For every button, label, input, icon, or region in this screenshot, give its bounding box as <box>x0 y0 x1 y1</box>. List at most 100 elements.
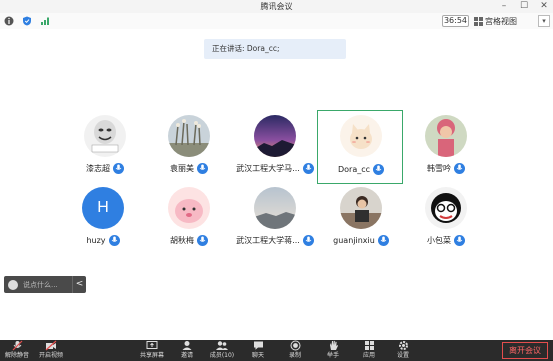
share-screen-label: 共享屏幕 <box>139 352 164 359</box>
leave-meeting-button[interactable]: 离开会议 <box>502 342 548 359</box>
invite-icon <box>182 341 191 350</box>
avatar <box>340 187 382 229</box>
meeting-toolbar: 解除静音 开启视频 共享屏幕 邀请 成员(10) 聊天 录制 举手 应用 设置 <box>0 340 553 361</box>
microphone-icon <box>373 163 385 175</box>
chat-input-placeholder[interactable]: 说点什么... <box>23 280 58 290</box>
chat-label: 聊天 <box>251 352 264 359</box>
settings-label: 设置 <box>396 352 409 359</box>
maximize-icon[interactable]: ☐ <box>519 0 529 13</box>
avatar: H <box>82 187 124 229</box>
participant-tile[interactable]: 小包菜 <box>403 183 489 255</box>
members-button[interactable]: 成员(10) <box>206 340 238 361</box>
invite-label: 邀请 <box>180 352 193 359</box>
microphone-icon <box>377 234 389 246</box>
raise-hand-button[interactable]: 举手 <box>320 340 346 361</box>
participant-tile[interactable]: 漆志超 <box>62 111 148 183</box>
participant-name-row: 漆志超 <box>62 161 148 175</box>
meeting-info-bar: 36:54 宫格视图 ▾ <box>0 13 553 29</box>
meeting-timer: 36:54 <box>442 15 469 27</box>
participant-tile[interactable]: 武汉工程大学蒋... <box>232 183 318 255</box>
view-mode-button[interactable]: 宫格视图 <box>474 15 532 27</box>
unmute-button[interactable]: 解除静音 <box>2 340 32 361</box>
apps-label: 应用 <box>362 352 375 359</box>
participant-name-row: 武汉工程大学马... <box>232 161 318 175</box>
participant-name: huzy <box>86 235 106 245</box>
chat-icon <box>253 341 263 350</box>
participant-tile[interactable]: 韩雪吟 <box>403 111 489 183</box>
avatar <box>425 187 467 229</box>
participant-tile[interactable]: 胡秋梅 <box>146 183 232 255</box>
avatar <box>425 115 467 157</box>
microphone-icon <box>113 162 124 174</box>
participant-name: 武汉工程大学蒋... <box>236 235 300 245</box>
window-title: 腾讯会议 <box>260 2 293 11</box>
microphone-icon <box>108 234 120 246</box>
minimize-icon[interactable]: – <box>499 0 509 13</box>
participant-name: guanjinxiu <box>333 235 375 245</box>
avatar <box>168 115 210 157</box>
share-screen-button[interactable]: 共享屏幕 <box>137 340 167 361</box>
members-label: 成员(10) <box>209 352 235 359</box>
shield-icon[interactable] <box>22 16 32 26</box>
participant-tile[interactable]: 袁丽美 <box>146 111 232 183</box>
emoji-icon[interactable] <box>8 279 18 290</box>
share-screen-icon <box>146 341 158 349</box>
avatar <box>340 115 382 157</box>
apps-button[interactable]: 应用 <box>356 340 382 361</box>
raise-hand-label: 举手 <box>326 352 339 359</box>
participant-tile[interactable]: H huzy <box>60 183 146 255</box>
title-bar: 腾讯会议 – ☐ ✕ <box>0 0 553 13</box>
settings-button[interactable]: 设置 <box>390 340 416 361</box>
participant-name-row: 袁丽美 <box>146 161 232 175</box>
speaking-indicator: 正在讲话: Dora_cc; <box>204 39 346 59</box>
info-icon[interactable] <box>4 16 14 26</box>
avatar <box>254 187 296 229</box>
participant-name: 武汉工程大学马... <box>236 163 300 173</box>
participant-name: 袁丽美 <box>170 163 194 173</box>
participant-name: 韩雪吟 <box>427 163 451 173</box>
invite-button[interactable]: 邀请 <box>174 340 200 361</box>
collapse-chat-button[interactable]: < <box>72 276 86 293</box>
record-label: 录制 <box>288 352 301 359</box>
participant-name-row: 胡秋梅 <box>146 233 232 247</box>
microphone-icon <box>197 234 208 246</box>
members-icon <box>216 341 228 350</box>
avatar-letter: H <box>97 199 109 216</box>
view-dropdown-button[interactable]: ▾ <box>538 15 550 27</box>
settings-icon <box>398 341 408 350</box>
raise-hand-icon <box>329 340 338 350</box>
participant-name: 小包菜 <box>427 235 451 245</box>
chat-input-bar[interactable]: 说点什么... < <box>4 276 86 293</box>
participant-tile-active[interactable]: Dora_cc <box>317 110 403 184</box>
participant-name-row: 韩雪吟 <box>403 161 489 175</box>
avatar <box>254 115 296 157</box>
participant-name-row: guanjinxiu <box>318 233 404 247</box>
participant-name: 漆志超 <box>86 163 110 173</box>
avatar <box>168 187 210 229</box>
chat-button[interactable]: 聊天 <box>245 340 271 361</box>
participant-name-row: 武汉工程大学蒋... <box>232 233 318 247</box>
grid-view-icon <box>474 16 483 26</box>
start-video-button[interactable]: 开启视频 <box>36 340 66 361</box>
participant-tile[interactable]: 武汉工程大学马... <box>232 111 318 183</box>
unmute-label: 解除静音 <box>4 352 29 359</box>
close-icon[interactable]: ✕ <box>539 0 549 13</box>
record-icon <box>290 340 300 351</box>
microphone-icon <box>454 162 465 174</box>
participant-tile[interactable]: guanjinxiu <box>318 183 404 255</box>
microphone-icon <box>302 234 314 246</box>
microphone-icon <box>302 162 314 174</box>
start-video-label: 开启视频 <box>38 352 63 359</box>
participant-name-row: huzy <box>60 233 146 247</box>
participant-name-row: Dora_cc <box>318 162 404 176</box>
apps-icon <box>364 341 374 350</box>
mic-muted-icon <box>12 340 22 351</box>
avatar <box>84 115 126 157</box>
record-button[interactable]: 录制 <box>282 340 308 361</box>
participant-name-row: 小包菜 <box>403 233 489 247</box>
window-controls: – ☐ ✕ <box>499 0 549 13</box>
video-off-icon <box>45 340 57 351</box>
view-mode-label: 宫格视图 <box>485 16 517 26</box>
microphone-icon <box>197 162 208 174</box>
signal-icon[interactable] <box>40 16 50 26</box>
